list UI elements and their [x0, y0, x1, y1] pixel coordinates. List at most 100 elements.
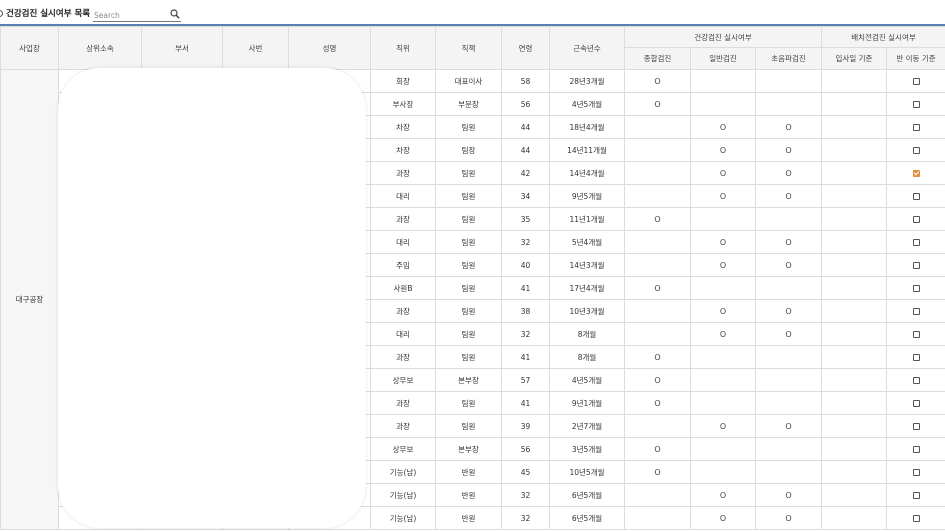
cell-duty: 팀원: [435, 322, 502, 346]
cell-duty: 팀원: [435, 414, 502, 438]
cell-age: 40: [501, 253, 550, 277]
cell-comprehensive: O: [624, 207, 691, 231]
cell-noise: O: [755, 414, 822, 438]
cell-transfer-basis: [885, 437, 945, 461]
cell-general: [690, 207, 756, 231]
checkbox[interactable]: [912, 261, 920, 269]
cell-position: 과장: [370, 391, 436, 415]
cell-noise: O: [755, 138, 822, 162]
cell-age: 42: [501, 161, 550, 185]
cell-duty: 팀원: [435, 115, 502, 139]
checkbox-checked[interactable]: [912, 169, 920, 177]
cell-hire-basis: [821, 322, 887, 346]
cell-age: 56: [501, 437, 550, 461]
col-header-noise[interactable]: 초음파검진: [755, 47, 822, 70]
cell-age: 32: [501, 483, 550, 507]
check-mark: O: [719, 490, 727, 500]
cell-duty: 반원: [435, 483, 502, 507]
check-mark: O: [785, 237, 792, 247]
page-title: 건강검진 실시여부 목록: [6, 9, 91, 19]
checkbox[interactable]: [912, 514, 920, 522]
cell-tenure: 17년4개월: [549, 276, 625, 300]
cell-age: 45: [501, 460, 550, 484]
cell-general: O: [690, 506, 756, 530]
cell-duty: 부문장: [435, 92, 502, 116]
checkbox[interactable]: [912, 445, 920, 453]
search-input[interactable]: [94, 9, 164, 21]
cell-comprehensive: [624, 322, 691, 346]
cell-position: 상무보: [370, 437, 436, 461]
check-mark: O: [654, 352, 661, 362]
cell-comprehensive: [624, 483, 691, 507]
cell-position: 상무보: [370, 368, 436, 392]
checkbox[interactable]: [912, 146, 920, 154]
checkbox[interactable]: [912, 399, 920, 407]
checkbox[interactable]: [912, 77, 920, 85]
cell-hire-basis: [821, 437, 887, 461]
col-header-hire-basis[interactable]: 입사일 기준: [821, 47, 887, 70]
cell-transfer-basis: [885, 391, 945, 415]
checkbox[interactable]: [912, 376, 920, 384]
cell-tenure: 10년3개월: [549, 299, 625, 323]
check-mark: O: [785, 260, 792, 270]
cell-position: 기능(남): [370, 460, 436, 484]
col-header-site[interactable]: 사업장: [0, 26, 59, 70]
cell-transfer-basis: [885, 207, 945, 231]
col-header-duty[interactable]: 직책: [435, 26, 502, 70]
cell-position: 과장: [370, 207, 436, 231]
cell-tenure: 11년1개월: [549, 207, 625, 231]
col-header-position[interactable]: 직위: [370, 26, 436, 70]
checkbox[interactable]: [912, 215, 920, 223]
checkbox[interactable]: [912, 123, 920, 131]
col-header-dept[interactable]: 부서: [141, 26, 223, 70]
checkbox[interactable]: [912, 100, 920, 108]
search-box: [93, 9, 181, 22]
cell-tenure: 14년4개월: [549, 161, 625, 185]
checkbox[interactable]: [912, 238, 920, 246]
cell-transfer-basis: [885, 483, 945, 507]
checkbox[interactable]: [912, 330, 920, 338]
cell-general: [690, 276, 756, 300]
search-icon[interactable]: [170, 9, 180, 19]
cell-age: 57: [501, 368, 550, 392]
col-header-transfer-basis[interactable]: 반 이동 기준: [885, 47, 945, 70]
checkbox[interactable]: [912, 468, 920, 476]
check-mark: O: [785, 513, 792, 523]
cell-general: [690, 437, 756, 461]
col-header-comprehensive[interactable]: 종합검진: [624, 47, 691, 70]
col-header-tenure[interactable]: 근속년수: [549, 26, 625, 70]
col-header-general[interactable]: 일반검진: [690, 47, 756, 70]
cell-position: 대리: [370, 230, 436, 254]
cell-hire-basis: [821, 161, 887, 185]
checkbox[interactable]: [912, 192, 920, 200]
check-mark: O: [654, 398, 661, 408]
check-mark: O: [719, 421, 727, 431]
checkbox[interactable]: [912, 491, 920, 499]
col-header-emp-no[interactable]: 사번: [222, 26, 289, 70]
checkbox[interactable]: [912, 284, 920, 292]
col-header-parent-dept[interactable]: 상위소속: [58, 26, 142, 70]
cell-hire-basis: [821, 92, 887, 116]
cell-duty: 팀원: [435, 299, 502, 323]
cell-general: [690, 391, 756, 415]
cell-comprehensive: [624, 253, 691, 277]
cell-position: 기능(남): [370, 483, 436, 507]
cell-age: 39: [501, 414, 550, 438]
cell-noise: [755, 460, 822, 484]
col-header-name[interactable]: 성명: [288, 26, 371, 70]
cell-comprehensive: O: [624, 92, 691, 116]
cell-general: [690, 345, 756, 369]
col-header-age[interactable]: 연령: [501, 26, 550, 70]
cell-comprehensive: O: [624, 69, 691, 93]
checkbox[interactable]: [912, 422, 920, 430]
bullet-icon: [0, 9, 3, 17]
checkbox[interactable]: [912, 307, 920, 315]
check-mark: O: [654, 76, 661, 86]
check-mark: O: [654, 99, 661, 109]
cell-comprehensive: O: [624, 368, 691, 392]
check-mark: O: [654, 375, 661, 385]
checkbox[interactable]: [912, 353, 920, 361]
col-group-health-check: 건강검진 실시여부: [624, 26, 822, 48]
col-group-placement-check: 배치전검진 실시여부: [820, 26, 945, 48]
cell-tenure: 5년4개월: [549, 230, 625, 254]
